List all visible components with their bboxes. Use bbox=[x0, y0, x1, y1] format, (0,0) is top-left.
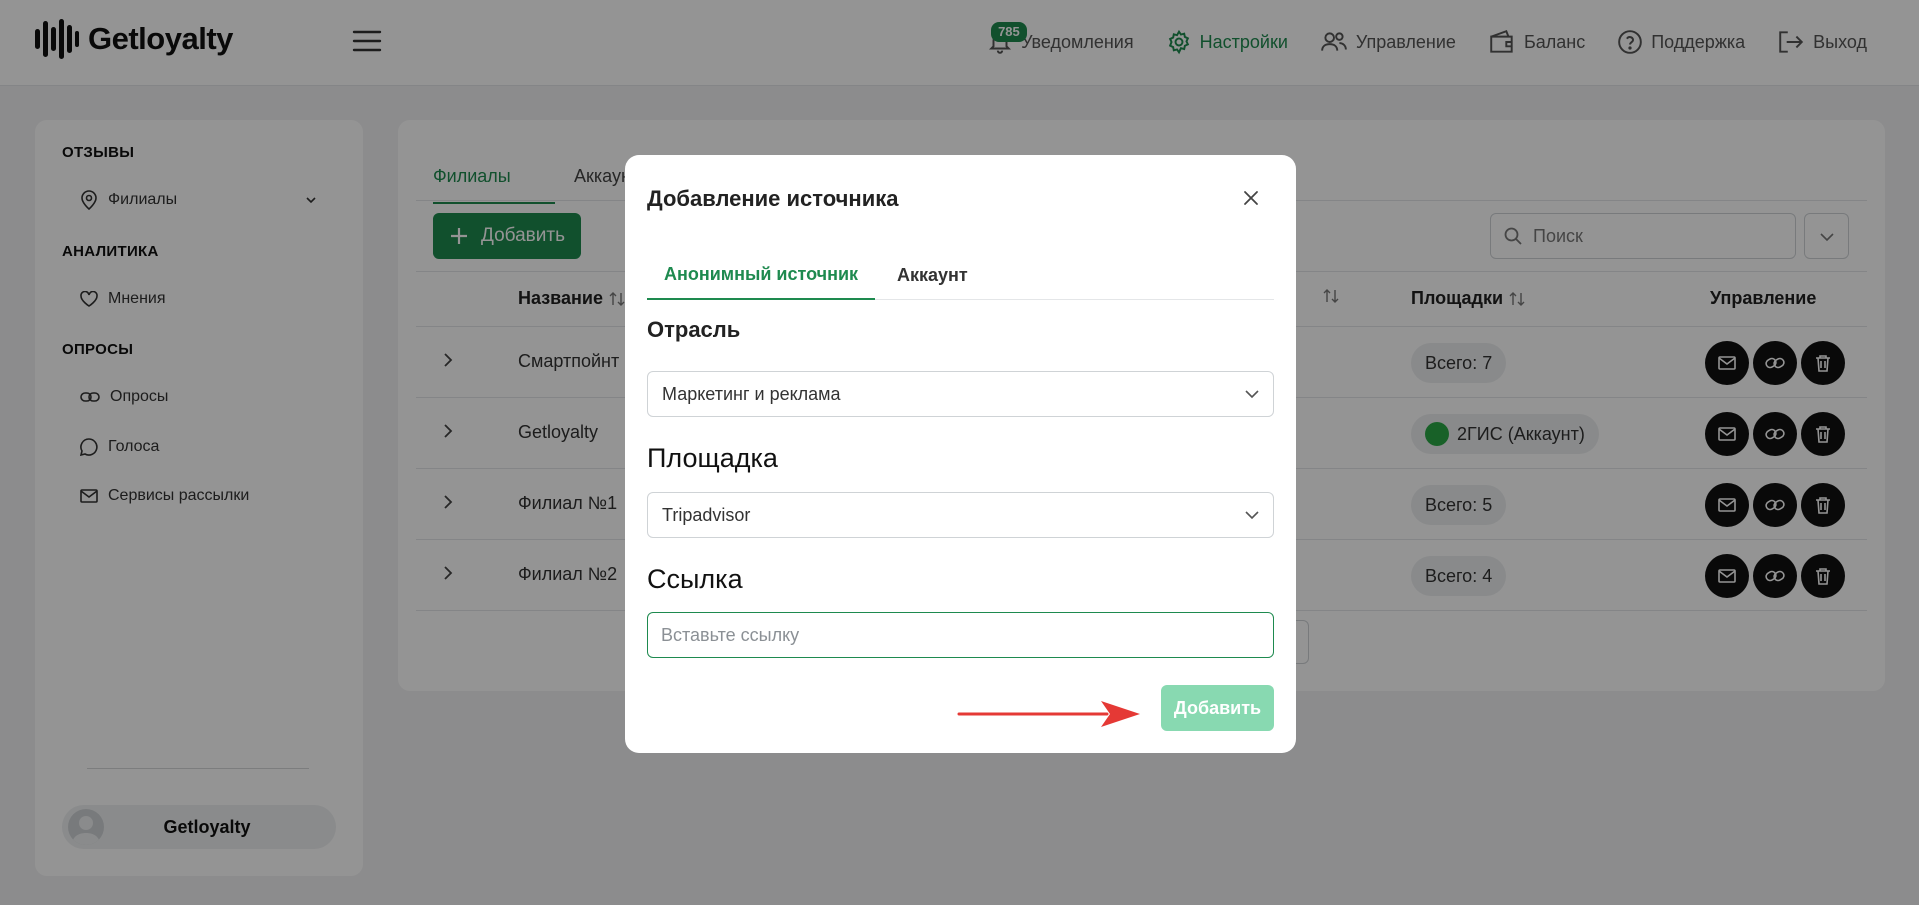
industry-value: Маркетинг и реклама bbox=[662, 383, 841, 404]
chevron-down-icon bbox=[1243, 385, 1261, 403]
platform-value: Tripadvisor bbox=[662, 504, 751, 525]
platform-label: Площадка bbox=[647, 443, 778, 473]
chevron-down-icon bbox=[1243, 506, 1261, 524]
add-source-button[interactable]: Добавить bbox=[1161, 685, 1274, 731]
platform-select[interactable]: Tripadvisor bbox=[647, 492, 1274, 538]
annotation-arrow-icon bbox=[957, 694, 1143, 734]
industry-select[interactable]: Маркетинг и реклама bbox=[647, 371, 1274, 417]
close-icon[interactable] bbox=[1242, 189, 1260, 207]
link-input[interactable] bbox=[647, 612, 1274, 658]
tab-account[interactable]: Аккаунт bbox=[897, 250, 968, 300]
link-label: Ссылка bbox=[647, 564, 743, 594]
modal-tabs: Анонимный источник Аккаунт bbox=[647, 250, 1274, 300]
industry-label: Отрасль bbox=[647, 317, 741, 342]
tab-anonymous-source[interactable]: Анонимный источник bbox=[647, 250, 875, 300]
modal-title: Добавление источника bbox=[647, 186, 899, 211]
add-source-modal: Добавление источника Анонимный источник … bbox=[625, 155, 1296, 753]
